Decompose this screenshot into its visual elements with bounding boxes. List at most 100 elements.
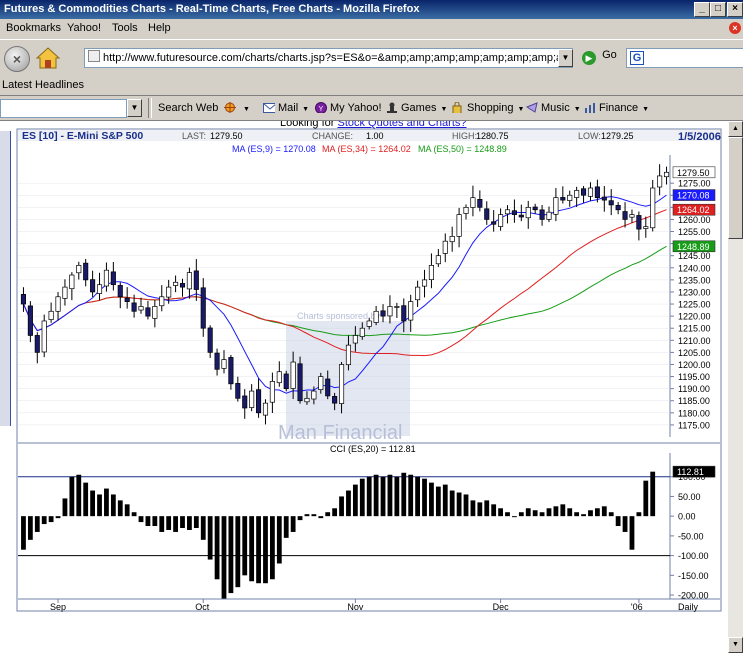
candle-body — [166, 286, 172, 298]
menu-yahoo[interactable]: Yahoo! — [67, 22, 101, 34]
candle-body — [193, 270, 199, 290]
candle-body — [173, 281, 179, 286]
cci-bar — [124, 504, 130, 517]
yahoo-search-dropdown[interactable]: ▼ — [127, 99, 142, 117]
cci-bar — [442, 484, 448, 517]
cci-bar — [491, 504, 497, 517]
google-search-icon: G — [630, 51, 644, 65]
cci-bar — [332, 508, 338, 517]
search-options-button[interactable]: ▼ — [224, 102, 250, 114]
cci-bar — [484, 500, 490, 517]
scroll-down-button[interactable]: ▼ — [728, 637, 743, 653]
candle-body — [463, 206, 469, 214]
cci-tick-label: 0.00 — [678, 512, 696, 522]
cci-bar — [594, 508, 600, 517]
high-label: HIGH: — [452, 131, 477, 141]
candle-body — [456, 214, 462, 237]
candle-body — [283, 373, 289, 390]
search-box[interactable]: G — [626, 48, 743, 68]
cci-bar — [512, 516, 517, 518]
scroll-up-button[interactable]: ▲ — [728, 121, 743, 137]
candle-body — [249, 390, 255, 408]
cci-bar — [27, 516, 33, 540]
cci-tag-label: 112.81 — [677, 467, 704, 477]
cci-bar — [463, 494, 469, 517]
candle-body — [90, 279, 96, 293]
stop-button[interactable]: × — [4, 46, 30, 72]
price-tick-label: 1220.00 — [678, 312, 711, 322]
candle-body — [276, 371, 282, 384]
menu-bookmarks[interactable]: Bookmarks — [6, 22, 61, 34]
url-history-dropdown[interactable]: ▼ — [558, 49, 573, 67]
chart-date: 1/5/2006 — [678, 131, 721, 143]
cci-bar — [380, 476, 386, 517]
candle-body — [290, 361, 296, 389]
vertical-scrollbar[interactable]: ▲ ▼ — [728, 121, 743, 653]
candle-body — [608, 200, 614, 206]
price-tick-label: 1185.00 — [678, 396, 710, 406]
latest-headlines-bookmark[interactable]: Latest Headlines — [2, 79, 84, 91]
candle-body — [615, 205, 621, 211]
close-window-button[interactable]: × — [727, 2, 743, 17]
cci-bar — [104, 488, 109, 517]
candle-body — [470, 197, 476, 208]
cci-bar — [97, 494, 102, 517]
candle-body — [124, 297, 130, 302]
cci-bar — [539, 512, 545, 517]
minimize-button[interactable]: _ — [694, 2, 710, 17]
mail-button[interactable]: Mail ▼ — [263, 102, 309, 114]
go-button[interactable]: ▶ Go — [582, 49, 617, 65]
cci-bar — [110, 494, 116, 517]
candle-body — [83, 262, 89, 281]
candle-body — [421, 279, 428, 287]
home-button[interactable] — [35, 45, 61, 71]
last-value: 1279.50 — [210, 131, 243, 141]
shopping-button[interactable]: Shopping ▼ — [452, 102, 524, 114]
price-tick-label: 1175.00 — [678, 420, 710, 430]
price-tick-label: 1245.00 — [678, 251, 711, 261]
url-bar[interactable]: http://www.futuresource.com/charts/chart… — [84, 48, 573, 68]
cci-bar — [422, 478, 427, 517]
maximize-button[interactable]: □ — [710, 2, 726, 17]
price-tick-label: 1255.00 — [678, 227, 711, 237]
cci-bar — [283, 516, 289, 538]
cci-tick-label: 50.00 — [678, 492, 701, 502]
cci-bar — [235, 516, 241, 588]
candle-body — [532, 206, 538, 211]
my-yahoo-button[interactable]: Y My Yahoo! — [315, 102, 382, 114]
search-web-button[interactable]: Search Web — [158, 102, 218, 114]
bookmarks-toolbar: Latest Headlines — [0, 76, 743, 96]
scroll-thumb[interactable] — [728, 137, 743, 239]
x-tick-label: Dec — [493, 602, 510, 612]
menu-tools[interactable]: Tools — [112, 22, 138, 34]
candle-body — [380, 310, 386, 317]
yahoo-search-input[interactable] — [0, 99, 127, 118]
music-button[interactable]: Music ▼ — [526, 102, 581, 114]
cci-bar — [525, 508, 531, 517]
ma-legend-0: MA (ES,9) = 1270.08 — [232, 144, 316, 154]
games-button[interactable]: Games ▼ — [386, 102, 447, 114]
yahoo-toolbar: ▼ Search Web ▼ Mail ▼ Y My Yahoo! Games ▼ S… — [0, 96, 743, 121]
cci-bar — [366, 476, 372, 517]
candle-body — [34, 335, 40, 353]
price-tick-label: 1180.00 — [678, 408, 710, 418]
cci-bar — [221, 516, 227, 599]
cci-bar — [131, 512, 137, 517]
cci-bar — [325, 512, 331, 517]
url-text: http://www.futuresource.com/charts/chart… — [103, 52, 572, 64]
candle-body — [20, 294, 27, 305]
candle-body — [408, 301, 414, 321]
price-tick-label: 1260.00 — [678, 215, 711, 225]
candle-body — [256, 389, 262, 414]
cci-bar — [518, 512, 524, 517]
menu-help[interactable]: Help — [148, 22, 171, 34]
cci-bar — [55, 516, 61, 519]
stop-icon: × — [12, 51, 22, 67]
cci-bar — [83, 482, 89, 517]
cci-bar — [601, 506, 607, 517]
mail-icon — [263, 103, 275, 113]
cci-bar — [643, 480, 649, 517]
candle-body — [546, 211, 552, 220]
finance-button[interactable]: Finance ▼ — [584, 102, 649, 114]
stop-loading-icon[interactable]: × — [729, 22, 741, 34]
